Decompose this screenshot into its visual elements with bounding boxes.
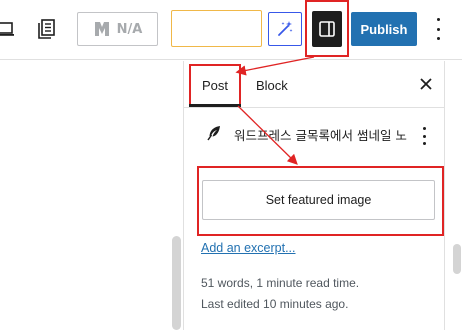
- toolbar-empty-field[interactable]: [171, 10, 262, 47]
- editor-toolbar: N/A Publish: [0, 0, 462, 60]
- featured-image-highlight-box: Set featured image: [197, 166, 444, 236]
- feather-icon: [206, 125, 222, 141]
- sidebar-panel-icon: [318, 20, 336, 38]
- preview-icon[interactable]: [0, 20, 16, 38]
- sidebar-tabs: Post Block: [184, 61, 444, 108]
- publish-button[interactable]: Publish: [351, 12, 417, 46]
- sidebar-scrollbar[interactable]: [453, 244, 461, 274]
- word-count-text: 51 words, 1 minute read time.: [201, 276, 360, 290]
- magic-wand-icon: [276, 20, 294, 38]
- seo-score-label: N/A: [116, 21, 143, 37]
- close-sidebar-button[interactable]: [416, 74, 436, 94]
- post-actions-menu[interactable]: [418, 127, 430, 145]
- close-icon: [420, 78, 432, 90]
- settings-sidebar: Post Block 워드프레스 글목록에서 썸네일 노 Set feature…: [183, 61, 445, 330]
- add-excerpt-link[interactable]: Add an excerpt...: [201, 241, 296, 255]
- set-featured-image-button[interactable]: Set featured image: [202, 180, 435, 220]
- tab-post[interactable]: Post: [189, 64, 241, 107]
- seo-logo-icon: [93, 20, 111, 38]
- right-gutter: [445, 61, 462, 330]
- seo-score-button[interactable]: N/A: [77, 12, 158, 46]
- document-list-icon[interactable]: [38, 19, 56, 39]
- post-title: 워드프레스 글목록에서 썸네일 노: [234, 128, 407, 143]
- tab-block[interactable]: Block: [256, 64, 296, 106]
- ai-assistant-button[interactable]: [268, 12, 302, 46]
- editor-canvas[interactable]: [0, 61, 183, 330]
- settings-highlight-box: [305, 0, 349, 57]
- more-options-icon[interactable]: [430, 18, 446, 40]
- settings-toggle-button[interactable]: [312, 11, 342, 47]
- editor-scrollbar[interactable]: [172, 236, 181, 330]
- last-edited-text: Last edited 10 minutes ago.: [201, 297, 349, 311]
